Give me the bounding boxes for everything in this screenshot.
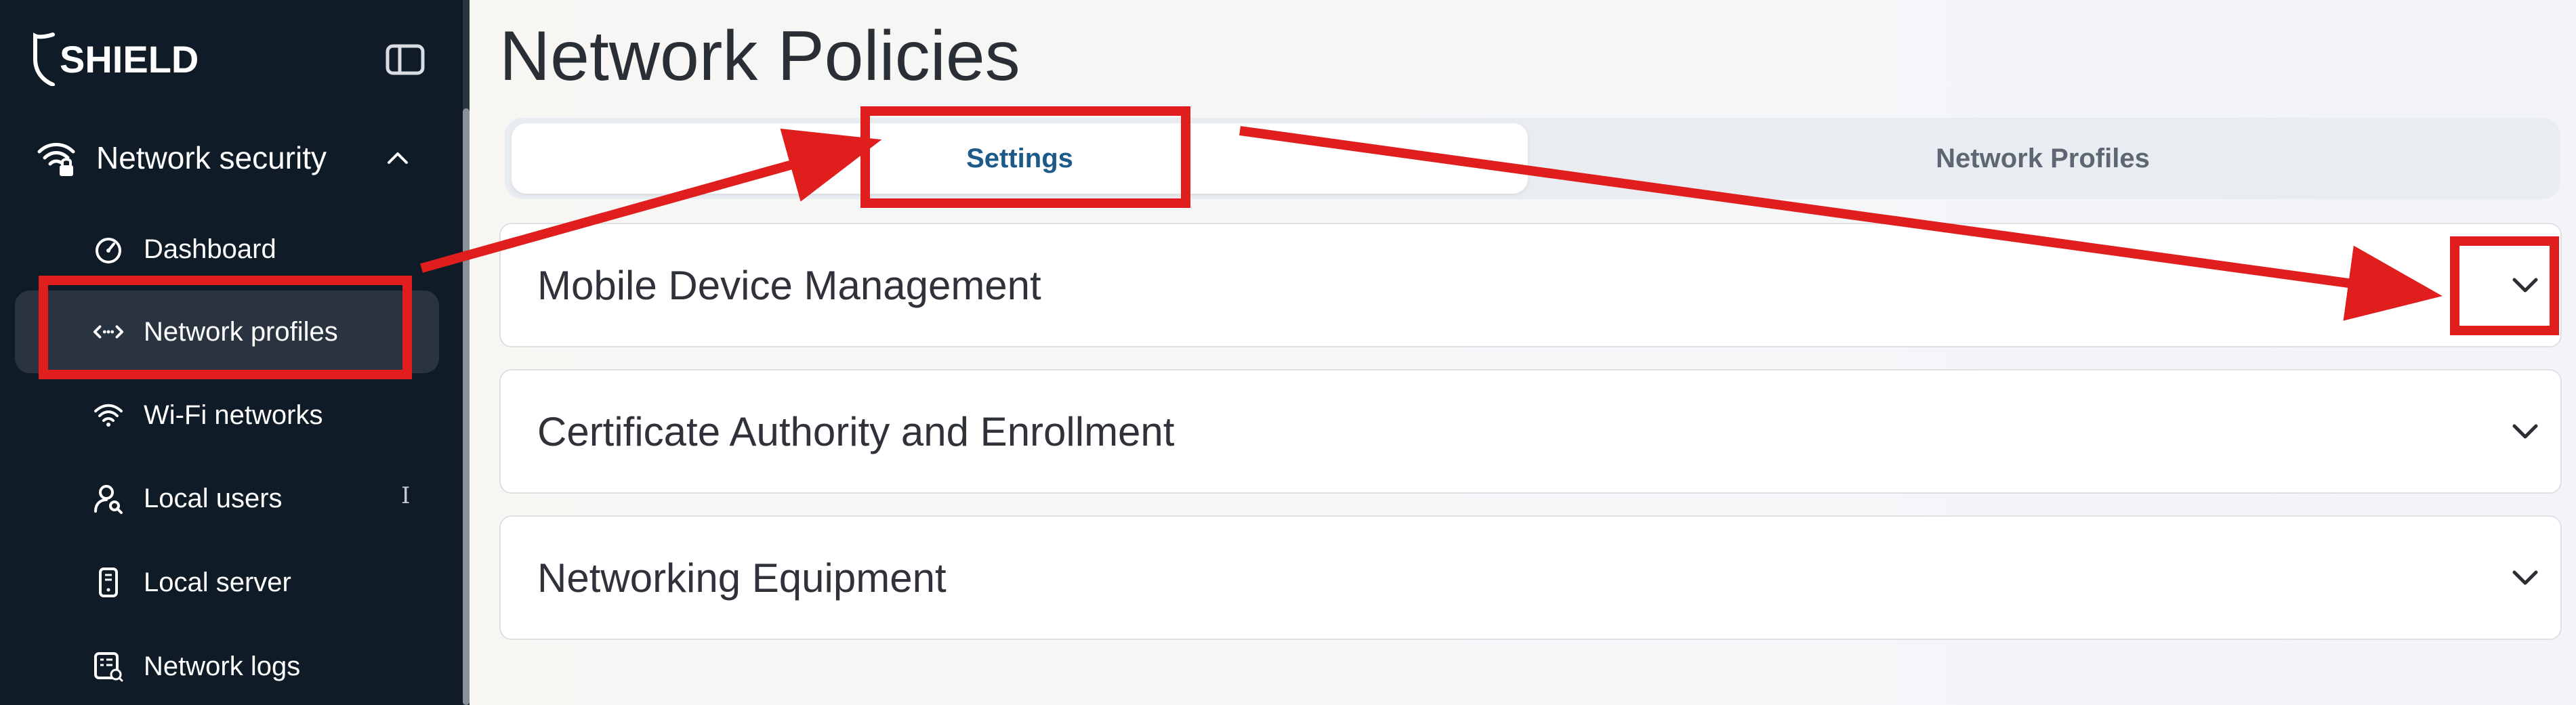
- sidebar-panel-icon: [386, 44, 425, 75]
- accordion-title: Mobile Device Management: [537, 262, 1041, 308]
- sidebar-item-label: Wi-Fi networks: [144, 400, 323, 430]
- chevron-up-icon[interactable]: [382, 142, 413, 173]
- logs-icon: [92, 650, 125, 683]
- accordion-certificate-authority[interactable]: Certificate Authority and Enrollment: [499, 369, 2562, 494]
- gauge-icon: [92, 233, 125, 265]
- sidebar: SHIELD Network security Dashboard Networ…: [0, 0, 463, 705]
- sidebar-item-label: Network logs: [144, 651, 301, 681]
- sidebar-item-local-users[interactable]: Local users: [15, 457, 439, 540]
- wifi-icon: [92, 399, 125, 431]
- sidebar-item-label: Local server: [144, 567, 291, 597]
- tab-network-profiles[interactable]: Network Profiles: [1535, 123, 2551, 194]
- user-key-icon: [92, 482, 125, 515]
- wifi-lock-icon: [37, 143, 75, 176]
- shield-logo-icon: [33, 33, 55, 86]
- page-title: Network Policies: [499, 17, 1020, 95]
- sidebar-scrollbar-thumb[interactable]: [463, 108, 470, 705]
- sidebar-group-label: Network security: [96, 140, 327, 175]
- chevron-down-icon[interactable]: [2509, 561, 2541, 594]
- tab-settings[interactable]: Settings: [512, 123, 1528, 194]
- sidebar-item-dashboard[interactable]: Dashboard: [15, 208, 439, 291]
- network-code-icon: [92, 316, 125, 348]
- text-cursor-icon: I: [401, 482, 411, 509]
- logo[interactable]: SHIELD: [33, 28, 199, 89]
- accordion-title: Networking Equipment: [537, 555, 947, 601]
- sidebar-toggle-button[interactable]: [385, 43, 425, 76]
- accordion-mobile-device-management[interactable]: Mobile Device Management: [499, 223, 2562, 347]
- server-device-icon: [92, 566, 125, 599]
- logo-text: SHIELD: [60, 37, 199, 81]
- app-root: SHIELD Network security Dashboard Networ…: [0, 0, 2576, 705]
- main-content: Network Policies Settings Network Profil…: [470, 0, 2576, 705]
- accordion-title: Certificate Authority and Enrollment: [537, 408, 1175, 454]
- sidebar-item-label: Local users: [144, 483, 283, 513]
- sidebar-group-network-security[interactable]: Network security: [37, 130, 430, 186]
- sidebar-item-network-logs[interactable]: Network logs: [15, 625, 439, 705]
- chevron-down-icon[interactable]: [2509, 269, 2541, 301]
- chevron-down-icon[interactable]: [2509, 415, 2541, 448]
- sidebar-item-local-server[interactable]: Local server: [15, 541, 439, 624]
- sidebar-item-network-profiles[interactable]: Network profiles: [15, 291, 439, 373]
- accordion-networking-equipment[interactable]: Networking Equipment: [499, 515, 2562, 640]
- tab-bar: Settings Network Profiles: [505, 118, 2560, 199]
- sidebar-item-wifi-networks[interactable]: Wi-Fi networks: [15, 374, 439, 456]
- sidebar-item-label: Dashboard: [144, 234, 276, 264]
- sidebar-item-label: Network profiles: [144, 316, 338, 347]
